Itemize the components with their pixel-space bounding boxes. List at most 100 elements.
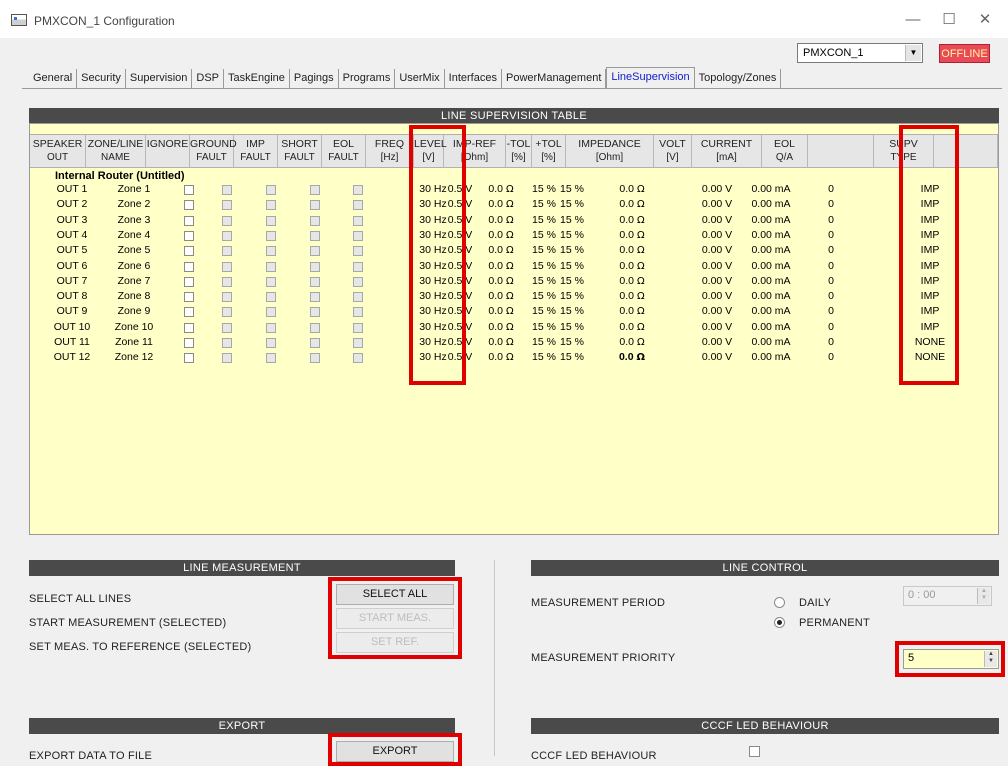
ground-fault-checkbox[interactable] — [222, 261, 232, 272]
short-fault-checkbox[interactable] — [310, 230, 320, 241]
time-spinner[interactable]: 0 : 00 ▲ ▼ — [903, 586, 992, 606]
export-button[interactable]: EXPORT — [336, 741, 454, 762]
eol-fault-checkbox[interactable] — [353, 276, 363, 287]
ignore-checkbox[interactable] — [184, 230, 194, 241]
imp-fault-checkbox[interactable] — [266, 276, 276, 287]
eol-fault-checkbox[interactable] — [353, 307, 363, 318]
eol-fault-checkbox[interactable] — [353, 353, 363, 364]
table-row[interactable]: OUT 10 Zone 10 30 Hz 0.5 V 15 % 15 % 0.00 V 0.0… — [30, 320, 998, 335]
imp-fault-checkbox[interactable] — [266, 200, 276, 211]
eol-fault-checkbox[interactable] — [353, 185, 363, 195]
device-select[interactable]: PMXCON_1 ▼ — [797, 43, 923, 63]
tab-general[interactable]: General — [29, 69, 78, 88]
maximize-button[interactable]: ☐ — [934, 8, 964, 32]
ignore-checkbox[interactable] — [184, 215, 194, 226]
ground-fault-checkbox[interactable] — [222, 338, 232, 348]
ignore-checkbox[interactable] — [184, 261, 194, 272]
priority-spinner[interactable]: 5 ▲ ▼ — [903, 649, 999, 669]
table-row[interactable]: OUT 12 Zone 12 30 Hz 0.5 V 15 % 15 % 0.00 V 0.0… — [30, 350, 998, 365]
cccf-led-checkbox[interactable] — [749, 746, 760, 757]
short-fault-checkbox[interactable] — [310, 246, 320, 257]
eol-fault-checkbox[interactable] — [353, 322, 363, 333]
table-row[interactable]: OUT 2 Zone 2 30 Hz 0.5 V 15 % 15 % 0.00 V 0.00 … — [30, 197, 998, 212]
minimize-button[interactable]: — — [898, 8, 928, 32]
short-fault-checkbox[interactable] — [310, 307, 320, 318]
ground-fault-checkbox[interactable] — [222, 215, 232, 226]
imp-fault-checkbox[interactable] — [266, 338, 276, 348]
ground-fault-checkbox[interactable] — [222, 185, 232, 195]
ignore-checkbox[interactable] — [184, 246, 194, 257]
ignore-checkbox[interactable] — [184, 292, 194, 303]
ignore-checkbox[interactable] — [184, 276, 194, 287]
ignore-checkbox[interactable] — [184, 322, 194, 333]
eol-fault-checkbox[interactable] — [353, 230, 363, 241]
imp-fault-checkbox[interactable] — [266, 353, 276, 364]
spinner-arrows-icon[interactable]: ▲ ▼ — [977, 588, 990, 604]
ignore-checkbox[interactable] — [184, 338, 194, 348]
chevron-down-icon[interactable]: ▼ — [905, 45, 921, 61]
imp-fault-checkbox[interactable] — [266, 292, 276, 303]
short-fault-checkbox[interactable] — [310, 276, 320, 287]
tab-usermix[interactable]: UserMix — [395, 69, 445, 88]
ground-fault-checkbox[interactable] — [222, 322, 232, 333]
start-measurement-button[interactable]: START MEAS. — [336, 608, 454, 629]
table-row[interactable]: OUT 1 Zone 1 30 Hz 0.5 V 15 % 15 % 0.00 V 0.00 … — [30, 182, 998, 197]
ground-fault-checkbox[interactable] — [222, 200, 232, 211]
imp-fault-checkbox[interactable] — [266, 246, 276, 257]
short-fault-checkbox[interactable] — [310, 200, 320, 211]
short-fault-checkbox[interactable] — [310, 292, 320, 303]
ignore-checkbox[interactable] — [184, 200, 194, 211]
tab-topology-zones[interactable]: Topology/Zones — [695, 69, 782, 88]
imp-fault-checkbox[interactable] — [266, 185, 276, 195]
table-row[interactable]: OUT 9 Zone 9 30 Hz 0.5 V 15 % 15 % 0.00 V 0.00 … — [30, 304, 998, 319]
eol-fault-checkbox[interactable] — [353, 338, 363, 348]
ground-fault-checkbox[interactable] — [222, 276, 232, 287]
ground-fault-checkbox[interactable] — [222, 230, 232, 241]
short-fault-checkbox[interactable] — [310, 185, 320, 195]
ignore-checkbox[interactable] — [184, 353, 194, 364]
imp-fault-checkbox[interactable] — [266, 322, 276, 333]
short-fault-checkbox[interactable] — [310, 322, 320, 333]
tab-programs[interactable]: Programs — [339, 69, 396, 88]
imp-fault-checkbox[interactable] — [266, 230, 276, 241]
ignore-checkbox[interactable] — [184, 307, 194, 318]
table-row[interactable]: OUT 4 Zone 4 30 Hz 0.5 V 15 % 15 % 0.00 V 0.00 … — [30, 228, 998, 243]
ignore-checkbox[interactable] — [184, 185, 194, 195]
short-fault-checkbox[interactable] — [310, 261, 320, 272]
table-row[interactable]: OUT 7 Zone 7 30 Hz 0.5 V 15 % 15 % 0.00 V 0.00 … — [30, 274, 998, 289]
tab-interfaces[interactable]: Interfaces — [445, 69, 502, 88]
eol-fault-checkbox[interactable] — [353, 246, 363, 257]
ground-fault-checkbox[interactable] — [222, 353, 232, 364]
tab-linesupervision[interactable]: LineSupervision — [606, 67, 695, 88]
eol-fault-checkbox[interactable] — [353, 292, 363, 303]
imp-fault-checkbox[interactable] — [266, 261, 276, 272]
ground-fault-checkbox[interactable] — [222, 246, 232, 257]
short-fault-checkbox[interactable] — [310, 215, 320, 226]
select-all-button[interactable]: SELECT ALL — [336, 584, 454, 605]
daily-radio[interactable] — [774, 597, 785, 608]
table-row[interactable]: OUT 3 Zone 3 30 Hz 0.5 V 15 % 15 % 0.00 V 0.00 … — [30, 213, 998, 228]
tab-dsp[interactable]: DSP — [192, 69, 224, 88]
table-row[interactable]: OUT 8 Zone 8 30 Hz 0.5 V 15 % 15 % 0.00 V 0.00 … — [30, 289, 998, 304]
eol-fault-checkbox[interactable] — [353, 200, 363, 211]
close-button[interactable]: ✕ — [970, 8, 1000, 32]
tab-powermanagement[interactable]: PowerManagement — [502, 69, 607, 88]
set-reference-button[interactable]: SET REF. — [336, 632, 454, 653]
tab-pagings[interactable]: Pagings — [290, 69, 339, 88]
imp-fault-checkbox[interactable] — [266, 307, 276, 318]
ground-fault-checkbox[interactable] — [222, 292, 232, 303]
short-fault-checkbox[interactable] — [310, 353, 320, 364]
tab-security[interactable]: Security — [77, 69, 126, 88]
eol-fault-checkbox[interactable] — [353, 215, 363, 226]
tab-taskengine[interactable]: TaskEngine — [224, 69, 290, 88]
table-row[interactable]: OUT 5 Zone 5 30 Hz 0.5 V 15 % 15 % 0.00 V 0.00 … — [30, 243, 998, 258]
table-row[interactable]: OUT 11 Zone 11 30 Hz 0.5 V 15 % 15 % 0.00 V 0.0… — [30, 335, 998, 350]
spinner-arrows-icon[interactable]: ▲ ▼ — [984, 651, 997, 667]
permanent-radio[interactable] — [774, 617, 785, 628]
table-row[interactable]: OUT 6 Zone 6 30 Hz 0.5 V 15 % 15 % 0.00 V 0.00 … — [30, 259, 998, 274]
tab-supervision[interactable]: Supervision — [126, 69, 193, 88]
short-fault-checkbox[interactable] — [310, 338, 320, 348]
ground-fault-checkbox[interactable] — [222, 307, 232, 318]
eol-fault-checkbox[interactable] — [353, 261, 363, 272]
imp-fault-checkbox[interactable] — [266, 215, 276, 226]
